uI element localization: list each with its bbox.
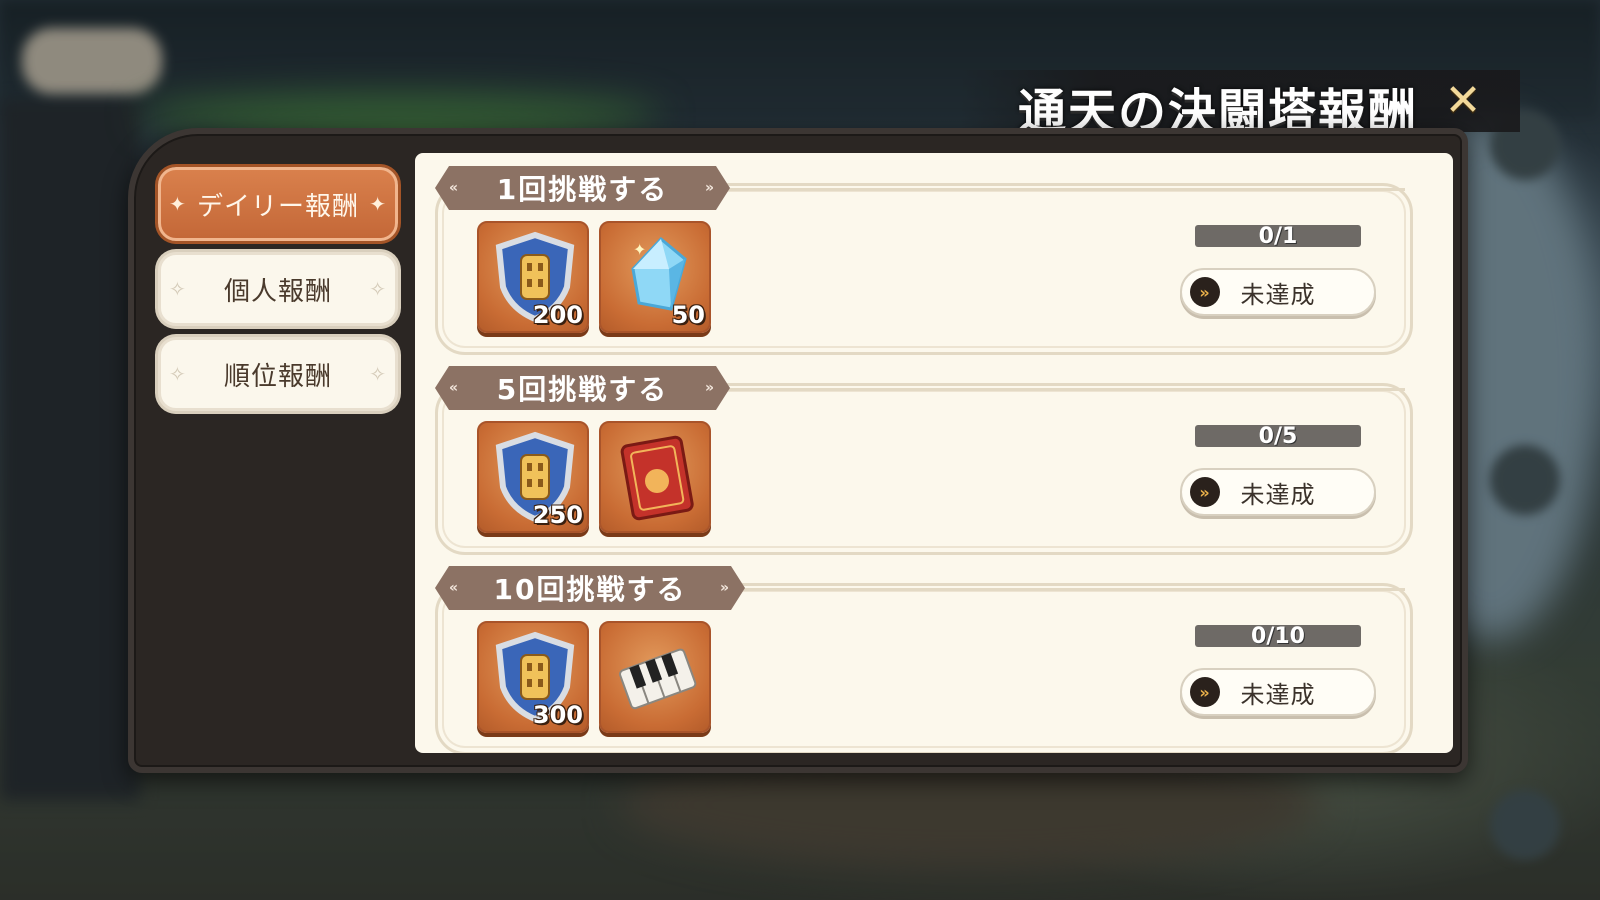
item-quantity: 300 — [532, 701, 583, 729]
sparkle-icon: ✦ — [369, 192, 387, 216]
reward-item[interactable]: ✦ 50 — [599, 221, 711, 333]
tab-label: デイリー報酬 — [196, 191, 359, 222]
chevron-right-icon: » — [704, 380, 716, 396]
status-label: 未達成 — [1240, 480, 1316, 509]
reward-item[interactable]: 300 — [477, 621, 589, 733]
reward-card: « 10回挑戦する » 300 0/10 » 未達成 — [435, 553, 1415, 753]
reward-title: 1回挑戦する — [496, 173, 669, 206]
reward-title-ribbon: « 5回挑戦する » — [435, 366, 730, 410]
status-label: 未達成 — [1240, 280, 1316, 309]
sparkle-icon: ✧ — [169, 362, 187, 386]
tab-ranking-rewards[interactable]: ✧ 順位報酬 ✧ — [158, 337, 398, 411]
reward-title-ribbon: « 1回挑戦する » — [435, 166, 730, 210]
tab-daily-rewards[interactable]: ✦ デイリー報酬 ✦ — [158, 167, 398, 241]
piano-keys-icon — [619, 648, 697, 710]
close-icon: ✕ — [1444, 75, 1482, 126]
arrow-right-icon: » — [1190, 277, 1220, 307]
progress-bar: 0/1 — [1195, 223, 1361, 249]
status-label: 未達成 — [1240, 680, 1316, 709]
item-quantity: 200 — [532, 301, 583, 329]
progress-bar: 0/5 — [1195, 423, 1361, 449]
arrow-right-icon: » — [1190, 477, 1220, 507]
reward-item[interactable] — [599, 421, 711, 533]
item-quantity: 50 — [671, 301, 705, 329]
status-button[interactable]: » 未達成 — [1180, 468, 1376, 516]
chevron-right-icon: » — [704, 180, 716, 196]
sparkle-icon: ✦ — [169, 192, 187, 216]
scroll-icon — [620, 435, 694, 521]
reward-title: 10回挑戦する — [493, 573, 687, 606]
chevron-right-icon: » — [719, 580, 731, 596]
reward-title: 5回挑戦する — [496, 373, 669, 406]
tab-label: 順位報酬 — [223, 361, 332, 392]
sparkle-icon: ✧ — [169, 277, 187, 301]
chevron-left-icon: « — [449, 580, 461, 596]
status-button[interactable]: » 未達成 — [1180, 268, 1376, 316]
progress-text: 0/10 — [1251, 623, 1305, 649]
reward-list-panel[interactable]: « 1回挑戦する » 200 ✦ 50 0/1 » 未達成 « 5回挑戦する »… — [415, 153, 1453, 753]
tab-label: 個人報酬 — [223, 276, 332, 307]
item-quantity: 250 — [532, 501, 583, 529]
progress-text: 0/5 — [1258, 423, 1298, 449]
arrow-right-icon: » — [1190, 677, 1220, 707]
chevron-left-icon: « — [449, 180, 461, 196]
close-button[interactable]: ✕ — [1440, 78, 1486, 124]
chevron-left-icon: « — [449, 380, 461, 396]
reward-item[interactable]: 200 — [477, 221, 589, 333]
progress-bar: 0/10 — [1195, 623, 1361, 649]
reward-item[interactable] — [599, 621, 711, 733]
sparkle-icon: ✧ — [369, 277, 387, 301]
progress-text: 0/1 — [1258, 223, 1298, 249]
svg-text:✦: ✦ — [633, 240, 646, 259]
sparkle-icon: ✧ — [369, 362, 387, 386]
reward-title-ribbon: « 10回挑戦する » — [435, 566, 745, 610]
reward-card: « 5回挑戦する » 250 0/5 » 未達成 — [435, 353, 1415, 555]
tab-personal-rewards[interactable]: ✧ 個人報酬 ✧ — [158, 252, 398, 326]
status-button[interactable]: » 未達成 — [1180, 668, 1376, 716]
reward-card: « 1回挑戦する » 200 ✦ 50 0/1 » 未達成 — [435, 153, 1415, 355]
reward-item[interactable]: 250 — [477, 421, 589, 533]
